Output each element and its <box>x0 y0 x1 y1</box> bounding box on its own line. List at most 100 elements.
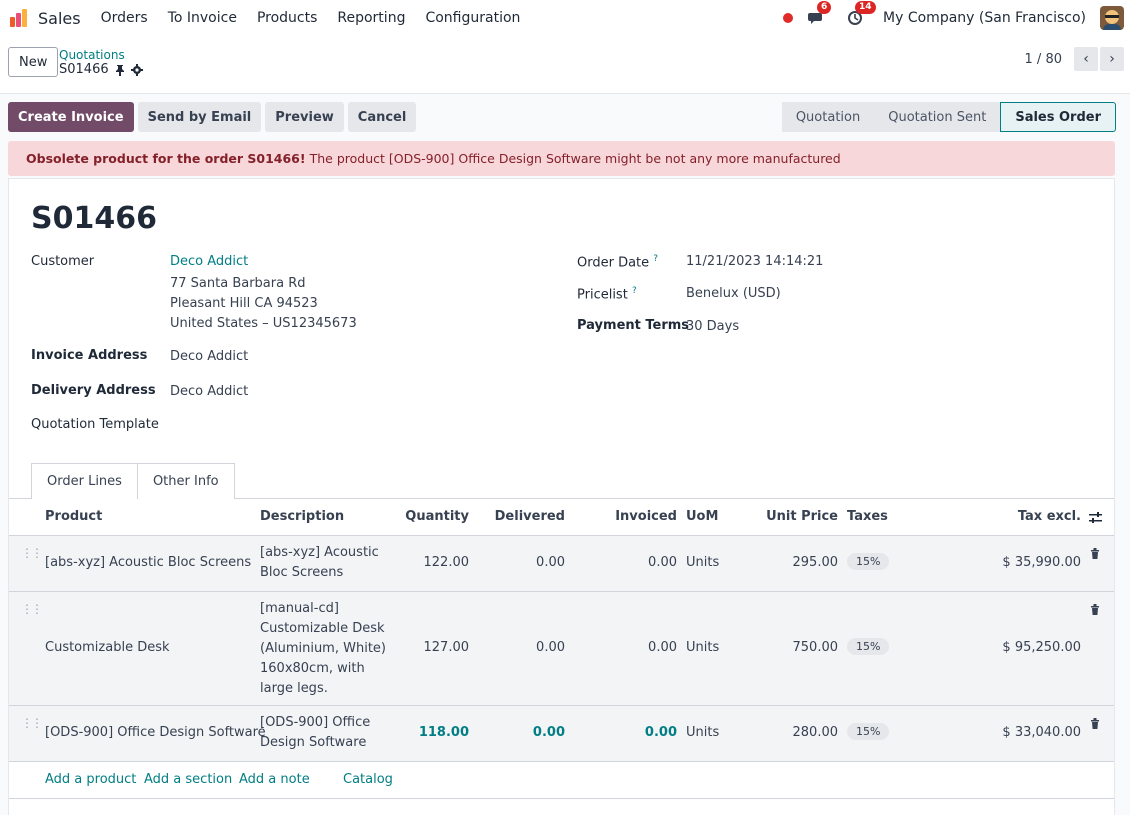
pager-next-button[interactable]: › <box>1100 47 1124 71</box>
line-unit-price[interactable]: 295.00 <box>749 555 839 570</box>
line-uom[interactable]: Units <box>686 725 719 740</box>
line-product[interactable]: [ODS-900] Office Design Software <box>45 725 266 740</box>
tax-tag[interactable]: 15% <box>847 553 890 570</box>
customer-address-line-3: United States – US12345673 <box>170 316 357 331</box>
line-quantity[interactable]: 122.00 <box>389 555 470 570</box>
cancel-button[interactable]: Cancel <box>347 102 417 132</box>
line-description-3[interactable]: (Aluminium, White) <box>260 641 386 656</box>
menu-reporting[interactable]: Reporting <box>337 10 405 26</box>
line-invoiced: 0.00 <box>648 640 677 655</box>
line-quantity[interactable]: 118.00 <box>389 725 469 740</box>
breadcrumb-quotations[interactable]: Quotations <box>59 48 125 62</box>
send-by-email-button[interactable]: Send by Email <box>137 102 262 132</box>
trash-icon[interactable] <box>1090 604 1100 615</box>
col-quantity[interactable]: Quantity <box>389 509 469 524</box>
customer-field[interactable]: Deco Addict <box>170 254 248 269</box>
pricelist-label: Pricelist ? <box>577 286 637 302</box>
col-invoiced[interactable]: Invoiced <box>589 509 677 524</box>
create-invoice-button[interactable]: Create Invoice <box>8 102 134 132</box>
add-section-link[interactable]: Add a section <box>144 772 232 787</box>
table-row[interactable]: ⋮⋮ Customizable Desk [manual-cd] Customi… <box>9 592 1114 706</box>
customer-label: Customer <box>31 254 95 269</box>
pager: 1 / 80 ‹ › <box>1025 47 1124 71</box>
menu-to-invoice[interactable]: To Invoice <box>168 10 237 26</box>
trash-icon[interactable] <box>1090 548 1100 559</box>
menu-products[interactable]: Products <box>257 10 317 26</box>
trash-icon[interactable] <box>1090 718 1100 729</box>
tax-tag[interactable]: 15% <box>847 638 890 655</box>
line-uom[interactable]: Units <box>686 640 719 655</box>
column-settings-icon[interactable] <box>1089 512 1102 524</box>
invoice-address-field[interactable]: Deco Addict <box>170 349 248 364</box>
col-taxes[interactable]: Taxes <box>847 509 888 524</box>
tab-order-lines[interactable]: Order Lines <box>31 463 138 499</box>
alert-text: The product [ODS-900] Office Design Soft… <box>309 151 841 166</box>
stage-quotation-sent[interactable]: Quotation Sent <box>874 102 1001 132</box>
table-header: Product Description Quantity Delivered I… <box>9 499 1114 536</box>
catalog-link[interactable]: Catalog <box>343 772 393 787</box>
pager-value[interactable]: 1 / 80 <box>1025 52 1062 67</box>
drag-handle-icon[interactable]: ⋮⋮ <box>21 546 43 560</box>
line-description-1[interactable]: [abs-xyz] Acoustic <box>260 545 379 560</box>
line-unit-price[interactable]: 280.00 <box>749 725 839 740</box>
user-avatar[interactable] <box>1100 6 1124 30</box>
stage-sales-order[interactable]: Sales Order <box>1000 102 1116 132</box>
line-description-1[interactable]: [manual-cd] <box>260 601 339 616</box>
pin-icon[interactable] <box>115 64 125 76</box>
line-invoiced: 0.00 <box>648 555 677 570</box>
company-switcher[interactable]: My Company (San Francisco) <box>883 10 1086 26</box>
action-buttons: Create Invoice Send by Email Preview Can… <box>8 102 417 132</box>
table-row[interactable]: ⋮⋮ [ODS-900] Office Design Software [ODS… <box>9 706 1114 762</box>
payment-terms-field[interactable]: 30 Days <box>686 319 739 334</box>
sales-app-icon[interactable] <box>8 7 30 29</box>
line-description-2[interactable]: Bloc Screens <box>260 565 343 580</box>
line-delivered[interactable]: 0.00 <box>479 640 565 655</box>
line-uom[interactable]: Units <box>686 555 719 570</box>
line-description-4[interactable]: 160x80cm, with <box>260 661 365 676</box>
line-product[interactable]: Customizable Desk <box>45 640 170 655</box>
line-quantity[interactable]: 127.00 <box>389 640 470 655</box>
pager-previous-button[interactable]: ‹ <box>1074 47 1098 71</box>
messages-badge: 6 <box>817 1 832 14</box>
delivery-address-field[interactable]: Deco Addict <box>170 384 248 399</box>
menu-configuration[interactable]: Configuration <box>425 10 520 26</box>
add-note-link[interactable]: Add a note <box>239 772 310 787</box>
line-product[interactable]: [abs-xyz] Acoustic Bloc Screens <box>45 555 251 570</box>
tab-other-info[interactable]: Other Info <box>137 463 235 499</box>
delivery-address-label: Delivery Address <box>31 383 156 398</box>
line-subtotal: $ 35,990.00 <box>1002 555 1081 570</box>
messages-button[interactable]: 6 <box>807 1 832 28</box>
help-icon[interactable]: ? <box>632 286 637 296</box>
activities-button[interactable]: 14 <box>845 1 876 28</box>
drag-handle-icon[interactable]: ⋮⋮ <box>21 716 43 730</box>
col-delivered[interactable]: Delivered <box>479 509 565 524</box>
line-delivered[interactable]: 0.00 <box>479 725 565 740</box>
order-date-field[interactable]: 11/21/2023 14:14:21 <box>686 254 823 269</box>
col-tax-excl[interactable]: Tax excl. <box>959 509 1081 524</box>
help-icon[interactable]: ? <box>653 254 658 264</box>
line-delivered[interactable]: 0.00 <box>479 555 565 570</box>
col-unit-price[interactable]: Unit Price <box>749 509 838 524</box>
line-unit-price[interactable]: 750.00 <box>749 640 839 655</box>
col-uom[interactable]: UoM <box>686 509 718 524</box>
preview-button[interactable]: Preview <box>265 102 344 132</box>
menu-orders[interactable]: Orders <box>101 10 148 26</box>
line-invoiced: 0.00 <box>644 725 677 740</box>
recording-indicator[interactable] <box>783 13 794 23</box>
gear-icon[interactable] <box>130 63 143 76</box>
order-date-label-text: Order Date <box>577 255 650 271</box>
pricelist-field[interactable]: Benelux (USD) <box>686 286 781 301</box>
col-description[interactable]: Description <box>260 509 344 524</box>
add-product-link[interactable]: Add a product <box>45 772 136 787</box>
table-row[interactable]: ⋮⋮ [abs-xyz] Acoustic Bloc Screens [abs-… <box>9 536 1114 592</box>
line-description-2[interactable]: Customizable Desk <box>260 621 385 636</box>
new-button[interactable]: New <box>8 47 59 77</box>
line-description-2[interactable]: Design Software <box>260 735 366 750</box>
tax-tag[interactable]: 15% <box>847 723 890 740</box>
app-name[interactable]: Sales <box>38 9 81 28</box>
col-product[interactable]: Product <box>45 509 102 524</box>
drag-handle-icon[interactable]: ⋮⋮ <box>21 602 43 616</box>
stage-quotation[interactable]: Quotation <box>781 102 875 132</box>
line-description-5[interactable]: large legs. <box>260 681 328 696</box>
line-description-1[interactable]: [ODS-900] Office <box>260 715 370 730</box>
